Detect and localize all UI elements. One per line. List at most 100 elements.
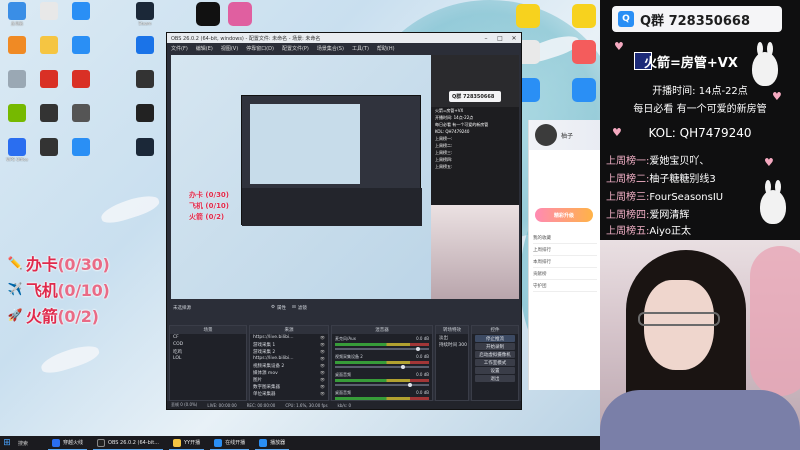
source-item[interactable]: 单位采集器 👁 bbox=[250, 390, 328, 397]
taskbar-item[interactable]: 穿越火线 bbox=[48, 436, 88, 450]
eye-icon[interactable]: 👁 bbox=[320, 377, 325, 382]
obs-preview[interactable]: Q群 728350668 火箭=房管+VX 开播时间: 14点-22点 每日必看… bbox=[171, 55, 519, 299]
close-button[interactable]: ✕ bbox=[507, 35, 521, 42]
source-item[interactable]: https://live.bilibi... 👁 bbox=[250, 355, 328, 362]
menu-profile[interactable]: 配置文件(P) bbox=[282, 45, 309, 52]
desktop-shortcut[interactable] bbox=[2, 36, 32, 55]
desktop-shortcut[interactable] bbox=[66, 2, 96, 21]
gear-icon[interactable]: ⚙ bbox=[271, 305, 275, 310]
eye-icon[interactable]: 👁 bbox=[320, 391, 325, 396]
desktop-shortcut[interactable] bbox=[34, 36, 64, 55]
desktop-shortcut[interactable]: 此电脑 bbox=[2, 2, 32, 27]
transition-duration[interactable]: 持续时间 300 ms bbox=[436, 341, 468, 348]
volume-knob[interactable] bbox=[400, 365, 405, 369]
desktop-shortcut[interactable]: Steam bbox=[130, 2, 160, 26]
settings-button[interactable]: 设置 bbox=[475, 367, 515, 374]
eye-icon[interactable]: 👁 bbox=[320, 349, 325, 354]
obs-titlebar[interactable]: OBS 26.0.2 (64-bit, windows) - 配置文件: 未命名… bbox=[167, 33, 521, 43]
app-shortcut-icon[interactable] bbox=[572, 40, 596, 64]
desktop-shortcut[interactable]: WPS Office bbox=[2, 138, 32, 162]
menu-docks[interactable]: 停靠窗口(D) bbox=[246, 45, 274, 52]
menu-file[interactable]: 文件(F) bbox=[171, 45, 188, 52]
list-item[interactable]: 贡献榜 bbox=[533, 268, 597, 280]
app-shortcut-icon[interactable] bbox=[228, 2, 252, 26]
list-item[interactable]: 守护团 bbox=[533, 280, 597, 292]
qq-icon: Q bbox=[618, 11, 634, 27]
menu-tools[interactable]: 工具(T) bbox=[352, 45, 369, 52]
source-item[interactable]: 媒体源 mov 👁 bbox=[250, 369, 328, 376]
source-item[interactable]: 数字图采集器 👁 bbox=[250, 383, 328, 390]
taskbar-item[interactable]: OBS 26.0.2 (64-bit... bbox=[93, 436, 163, 450]
eye-icon[interactable]: 👁 bbox=[320, 356, 325, 361]
stop-streaming-button[interactable]: 停止推流 bbox=[475, 335, 515, 342]
scene-item[interactable]: LOL bbox=[170, 355, 246, 362]
search-box[interactable]: 搜索 bbox=[18, 438, 42, 448]
maximize-button[interactable]: □ bbox=[493, 35, 507, 42]
desktop-icon-grid: 此电脑 Steam WPS Office bbox=[2, 2, 162, 422]
desktop-shortcut[interactable] bbox=[66, 138, 96, 157]
scene-item[interactable]: CF bbox=[170, 334, 246, 341]
app-shortcut-icon[interactable] bbox=[572, 78, 596, 102]
chat-app-window[interactable]: 柚子 精彩升级 我的收藏 上周排行 本周排行 贡献榜 守护团 bbox=[528, 120, 600, 390]
eye-icon[interactable]: 👁 bbox=[320, 335, 325, 340]
exit-button[interactable]: 退出 bbox=[475, 375, 515, 382]
menu-scene-collection[interactable]: 场景集合(S) bbox=[317, 45, 344, 52]
volume-slider[interactable] bbox=[335, 347, 429, 351]
menu-edit[interactable]: 编辑(E) bbox=[196, 45, 213, 52]
desktop-shortcut[interactable] bbox=[130, 70, 160, 89]
obs-window[interactable]: OBS 26.0.2 (64-bit, windows) - 配置文件: 未命名… bbox=[166, 32, 522, 410]
filter-icon[interactable]: ⊟ bbox=[292, 305, 296, 310]
desktop-shortcut[interactable] bbox=[34, 70, 64, 89]
avatar[interactable] bbox=[535, 124, 557, 146]
desktop-shortcut[interactable] bbox=[34, 2, 64, 21]
desktop-shortcut[interactable] bbox=[34, 138, 64, 157]
scene-item[interactable]: 吃鸡 bbox=[170, 348, 246, 355]
virtual-camera-button[interactable]: 启动虚拟摄像机 bbox=[475, 351, 515, 358]
source-item[interactable]: 图片 👁 bbox=[250, 376, 328, 383]
source-item[interactable]: https://live.bilibi... 👁 bbox=[250, 334, 328, 341]
overlay-motto: 每日必看 有一个可爱的新房管 bbox=[633, 104, 767, 115]
volume-knob[interactable] bbox=[415, 347, 420, 351]
desktop-shortcut[interactable] bbox=[130, 104, 160, 123]
scene-item[interactable]: COD bbox=[170, 341, 246, 348]
volume-slider[interactable] bbox=[335, 383, 429, 387]
app-shortcut-icon[interactable] bbox=[516, 4, 540, 28]
app-shortcut-icon[interactable] bbox=[196, 2, 220, 26]
windows-start-icon[interactable]: ⊞ bbox=[0, 436, 14, 450]
desktop-shortcut[interactable] bbox=[130, 36, 160, 55]
eye-icon[interactable]: 👁 bbox=[320, 363, 325, 368]
list-item[interactable]: 本周排行 bbox=[533, 256, 597, 268]
volume-slider[interactable] bbox=[335, 365, 429, 369]
desktop-shortcut[interactable] bbox=[2, 104, 32, 123]
source-item[interactable]: 游戏采集 1 👁 bbox=[250, 341, 328, 348]
record-icon bbox=[72, 70, 90, 88]
desktop-shortcut[interactable] bbox=[66, 104, 96, 123]
desktop-shortcut[interactable] bbox=[2, 70, 32, 89]
list-item[interactable]: 我的收藏 bbox=[533, 232, 597, 244]
desktop-shortcut[interactable] bbox=[34, 104, 64, 123]
upgrade-button[interactable]: 精彩升级 bbox=[535, 208, 593, 222]
source-item[interactable]: 游戏采集 2 👁 bbox=[250, 348, 328, 355]
volume-knob[interactable] bbox=[408, 383, 413, 387]
taskbar-item[interactable]: 播放器 bbox=[255, 436, 290, 450]
source-item[interactable]: 视频采集设备 2 👁 bbox=[250, 362, 328, 369]
eye-icon[interactable]: 👁 bbox=[320, 342, 325, 347]
studio-mode-button[interactable]: 工作室模式 bbox=[475, 359, 515, 366]
eye-icon[interactable]: 👁 bbox=[320, 384, 325, 389]
desktop-shortcut[interactable] bbox=[66, 36, 96, 55]
goal-item: ✈️ 飞机(0/10) bbox=[4, 276, 110, 302]
transition-select[interactable]: 淡出 bbox=[436, 334, 468, 341]
app-shortcut-icon[interactable] bbox=[572, 4, 596, 28]
taskbar-item[interactable]: 在线开播 bbox=[210, 436, 250, 450]
start-recording-button[interactable]: 开始录制 bbox=[475, 343, 515, 350]
minimize-button[interactable]: – bbox=[479, 35, 493, 42]
menu-view[interactable]: 视图(V) bbox=[221, 45, 238, 52]
list-item[interactable]: 上周排行 bbox=[533, 244, 597, 256]
menu-help[interactable]: 帮助(H) bbox=[377, 45, 395, 52]
properties-button[interactable]: 属性 bbox=[277, 305, 286, 311]
eye-icon[interactable]: 👁 bbox=[320, 370, 325, 375]
filters-button[interactable]: 滤镜 bbox=[298, 305, 307, 311]
desktop-shortcut[interactable] bbox=[130, 138, 160, 157]
taskbar-item[interactable]: YY开播 bbox=[168, 436, 205, 450]
desktop-shortcut[interactable] bbox=[66, 70, 96, 89]
